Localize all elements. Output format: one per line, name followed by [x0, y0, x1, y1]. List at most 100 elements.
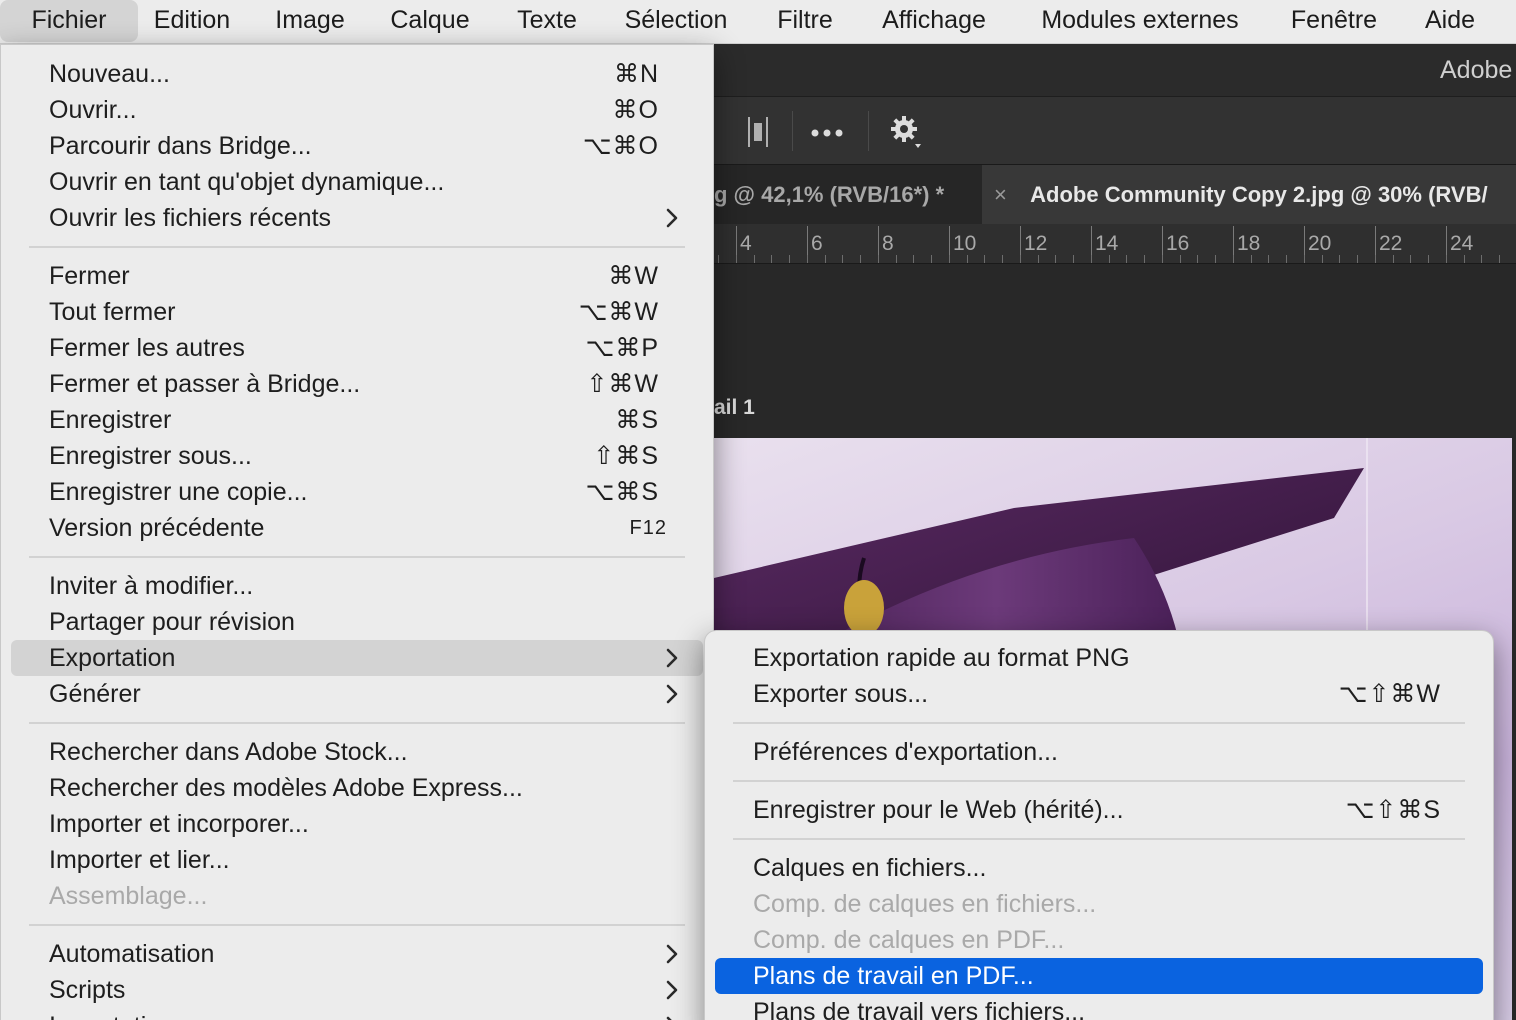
menu-item-importer-et-lier[interactable]: Importer et lier... — [11, 842, 703, 878]
menu-item-scripts[interactable]: Scripts — [11, 972, 703, 1008]
ruler-minor-tick — [1464, 255, 1465, 263]
menu-item-enregistrer-pour-le-web-herite[interactable]: Enregistrer pour le Web (hérité)... ⌥⇧⌘S — [715, 792, 1483, 828]
ruler-minor-tick — [1481, 255, 1482, 263]
menu-separator — [29, 722, 685, 724]
ruler-minor-tick — [789, 255, 790, 263]
ruler-minor-tick — [1393, 255, 1394, 263]
menu-item-shortcut: F12 — [629, 517, 667, 539]
ruler-label: 4 — [740, 232, 752, 255]
tab-adobe-community-copy[interactable]: × Adobe Community Copy 2.jpg @ 30% (RVB/ — [982, 165, 1516, 225]
menu-item-nouveau[interactable]: Nouveau... ⌘N — [11, 56, 703, 92]
gear-icon[interactable] — [890, 115, 924, 154]
chevron-right-icon — [665, 676, 685, 712]
menu-item-version-precedente[interactable]: Version précédente F12 — [11, 510, 703, 546]
menu-item-label: Assemblage... — [49, 882, 208, 910]
menubar-item-affichage[interactable]: Affichage — [862, 0, 1006, 42]
options-separator — [868, 111, 869, 151]
menu-item-shortcut: ⌘N — [613, 60, 659, 88]
menubar-item-fenetre[interactable]: Fenêtre — [1274, 0, 1394, 42]
ruler-minor-tick — [878, 255, 879, 263]
ruler-minor-tick — [1002, 255, 1003, 263]
menu-bar: Fichier Edition Image Calque Texte Sélec… — [0, 0, 1516, 44]
menu-item-fermer[interactable]: Fermer ⌘W — [11, 258, 703, 294]
chevron-right-icon — [665, 936, 685, 972]
menu-item-parcourir-dans-bridge[interactable]: Parcourir dans Bridge... ⌥⌘O — [11, 128, 703, 164]
menu-item-enregistrer[interactable]: Enregistrer ⌘S — [11, 402, 703, 438]
menubar-item-fichier[interactable]: Fichier — [0, 0, 138, 42]
ruler-minor-tick — [1162, 255, 1163, 263]
menu-item-plans-de-travail-en-pdf[interactable]: Plans de travail en PDF... — [715, 958, 1483, 994]
menu-item-plans-de-travail-vers-fichiers[interactable]: Plans de travail vers fichiers... — [715, 994, 1483, 1020]
menu-item-tout-fermer[interactable]: Tout fermer ⌥⌘W — [11, 294, 703, 330]
menu-item-preferences-d-exportation[interactable]: Préférences d'exportation... — [715, 734, 1483, 770]
menu-item-shortcut: ⌥⌘O — [582, 132, 659, 160]
menu-item-automatisation[interactable]: Automatisation — [11, 936, 703, 972]
menubar-item-calque[interactable]: Calque — [374, 0, 486, 42]
tab-document-1[interactable]: g @ 42,1% (RVB/16*) * — [714, 165, 980, 225]
ruler-label: 22 — [1379, 232, 1403, 255]
menu-item-label: Préférences d'exportation... — [753, 738, 1058, 766]
menu-item-fermer-et-passer-a-bridge[interactable]: Fermer et passer à Bridge... ⇧⌘W — [11, 366, 703, 402]
menu-item-exportation-rapide-au-format-png[interactable]: Exportation rapide au format PNG — [715, 640, 1483, 676]
menu-separator — [733, 838, 1465, 840]
menubar-item-selection[interactable]: Sélection — [606, 0, 746, 42]
ruler-minor-tick — [931, 255, 932, 263]
menu-item-ouvrir-en-tant-qu-objet-dynamique[interactable]: Ouvrir en tant qu'objet dynamique... — [11, 164, 703, 200]
ruler-label: 20 — [1308, 232, 1332, 255]
menubar-item-edition[interactable]: Edition — [138, 0, 246, 42]
menu-item-inviter-a-modifier[interactable]: Inviter à modifier... — [11, 568, 703, 604]
ruler-minor-tick — [1073, 255, 1074, 263]
menu-item-partager-pour-revision[interactable]: Partager pour révision — [11, 604, 703, 640]
ruler-minor-tick — [860, 255, 861, 263]
menu-item-calques-en-fichiers[interactable]: Calques en fichiers... — [715, 850, 1483, 886]
menu-item-label: Exporter sous... — [753, 680, 929, 708]
menu-item-ouvrir-les-fichiers-recents[interactable]: Ouvrir les fichiers récents — [11, 200, 703, 236]
menu-item-generer[interactable]: Générer — [11, 676, 703, 712]
more-options-icon[interactable] — [810, 125, 844, 143]
menu-item-label: Version précédente — [49, 514, 265, 542]
menu-item-importer-et-incorporer[interactable]: Importer et incorporer... — [11, 806, 703, 842]
menu-item-label: Générer — [49, 680, 141, 708]
menu-item-enregistrer-sous[interactable]: Enregistrer sous... ⇧⌘S — [11, 438, 703, 474]
menu-item-label: Tout fermer — [49, 298, 176, 326]
ruler-label: 16 — [1166, 232, 1190, 255]
menu-item-label: Fermer — [49, 262, 130, 290]
chevron-right-icon — [665, 640, 685, 676]
menu-item-rechercher-des-modeles-adobe-express[interactable]: Rechercher des modèles Adobe Express... — [11, 770, 703, 806]
menu-item-label: Parcourir dans Bridge... — [49, 132, 312, 160]
menu-item-fermer-les-autres[interactable]: Fermer les autres ⌥⌘P — [11, 330, 703, 366]
menu-item-exportation[interactable]: Exportation — [11, 640, 703, 676]
menubar-item-filtre[interactable]: Filtre — [760, 0, 850, 42]
menu-item-rechercher-dans-adobe-stock[interactable]: Rechercher dans Adobe Stock... — [11, 734, 703, 770]
menu-item-importation[interactable]: Importation — [11, 1008, 703, 1020]
menu-item-shortcut: ⇧⌘S — [593, 442, 659, 470]
menu-item-label: Enregistrer pour le Web (hérité)... — [753, 796, 1124, 824]
menu-item-label: Exportation — [49, 644, 176, 672]
ruler-label: 6 — [811, 232, 823, 255]
menu-item-enregistrer-une-copie[interactable]: Enregistrer une copie... ⌥⌘S — [11, 474, 703, 510]
menubar-item-image[interactable]: Image — [256, 0, 364, 42]
tab-label: g @ 42,1% (RVB/16*) * — [714, 182, 945, 207]
ruler-minor-tick — [736, 255, 737, 263]
ruler-minor-tick — [1322, 255, 1323, 263]
menu-item-shortcut: ⌘S — [615, 406, 659, 434]
menu-item-label: Ouvrir en tant qu'objet dynamique... — [49, 168, 445, 196]
menubar-item-aide[interactable]: Aide — [1408, 0, 1492, 42]
ruler-minor-tick — [1268, 255, 1269, 263]
menu-item-label: Ouvrir... — [49, 96, 137, 124]
menubar-item-texte[interactable]: Texte — [498, 0, 596, 42]
menu-item-label: Enregistrer une copie... — [49, 478, 308, 506]
ruler-minor-tick — [1410, 255, 1411, 263]
close-icon[interactable]: × — [994, 182, 1007, 207]
ruler-minor-tick — [1428, 255, 1429, 263]
ruler-minor-tick — [1215, 255, 1216, 263]
menu-item-label: Plans de travail en PDF... — [753, 962, 1034, 990]
ruler-minor-tick — [1091, 255, 1092, 263]
menubar-item-modules-externes[interactable]: Modules externes — [1018, 0, 1262, 42]
menu-item-exporter-sous[interactable]: Exporter sous... ⌥⇧⌘W — [715, 676, 1483, 712]
ruler-label: 10 — [953, 232, 977, 255]
menu-separator — [733, 780, 1465, 782]
menu-item-ouvrir[interactable]: Ouvrir... ⌘O — [11, 92, 703, 128]
ruler-minor-tick — [1357, 255, 1358, 263]
distribute-icon[interactable] — [746, 115, 770, 154]
